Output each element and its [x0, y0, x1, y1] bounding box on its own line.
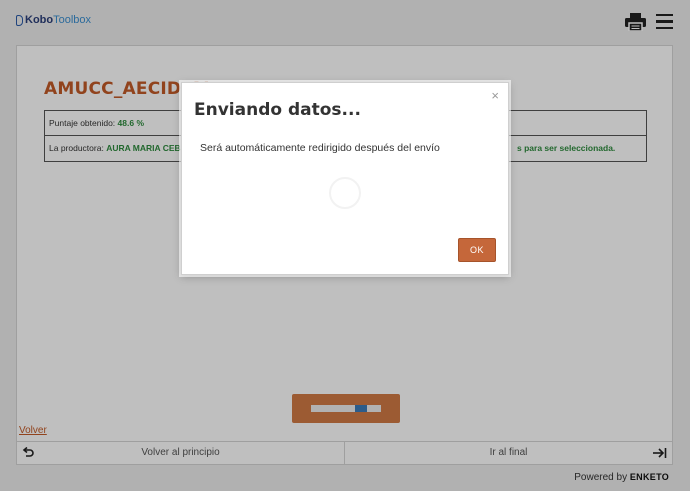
dialog-message: Será automáticamente redirigido después …: [200, 142, 440, 154]
ok-button[interactable]: OK: [458, 238, 496, 262]
dialog-title: Enviando datos...: [194, 100, 361, 120]
close-icon[interactable]: ×: [491, 89, 499, 102]
loading-spinner-icon: [329, 177, 361, 209]
submitting-dialog: × Enviando datos... Será automáticamente…: [181, 82, 509, 275]
